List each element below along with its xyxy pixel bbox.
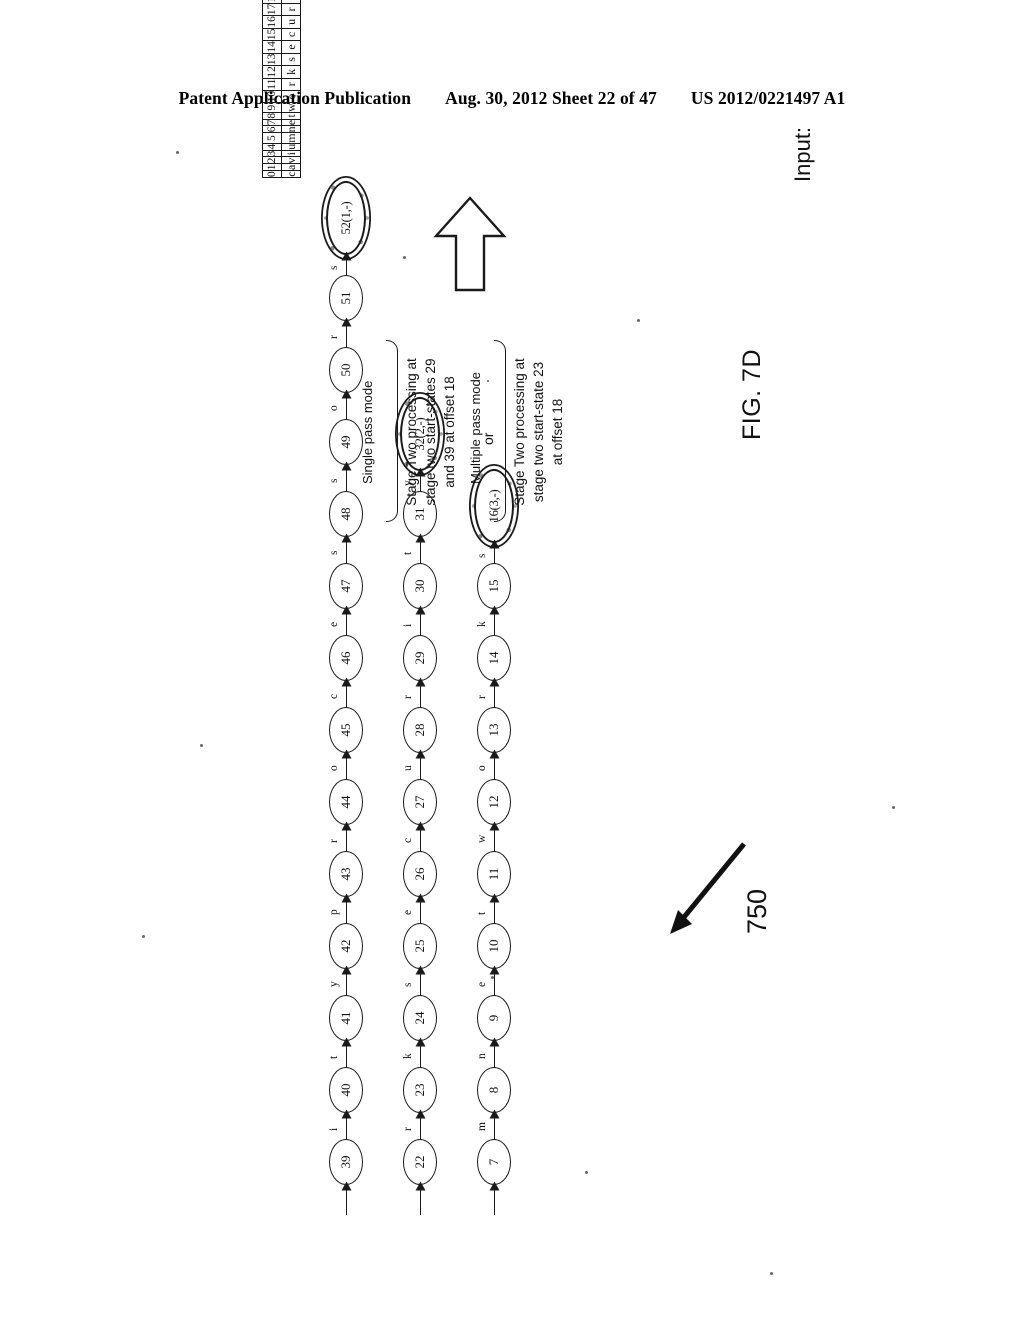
page-speck [403,256,406,259]
input-char-cell: t [281,112,301,120]
page-speck [176,151,179,154]
input-table-char-row: caviumnetworksecurityprocessors [281,0,301,178]
transition-label: m [476,1122,488,1131]
page-speck [637,319,640,322]
annotation-multiple-pass: Stage Two processing at stage two start-… [510,334,567,530]
input-char-cell: u [281,143,301,151]
chain-entry-edge [494,1187,495,1215]
input-index-cell: 7 [262,119,282,126]
annotation-single-pass: Stage Two processing at stage two start-… [402,334,459,530]
annotation-mode-label: Multiple pass mode [468,372,483,484]
state-node-10[interactable]: 10 [477,923,511,969]
input-index-cell: 11 [262,78,282,91]
transition-label: r [476,695,488,699]
transition-arrowhead [489,1109,499,1119]
state-node-15[interactable]: 15 [477,563,511,609]
input-char-cell: o [281,90,301,103]
page-speck [585,1171,588,1174]
transition-arrowhead [489,677,499,687]
input-index-cell: 5 [262,132,282,144]
annotation-text: Stage Two processing at stage two start-… [512,358,566,506]
state-node-8[interactable]: 8 [477,1067,511,1113]
figure-label: FIG. 7D [738,348,766,440]
page-speck [487,380,489,382]
state-node-7[interactable]: 7 [477,1139,511,1185]
input-char-cell: r [281,78,301,91]
transition-label: s [476,553,488,558]
figure-stage: 39 40 41 42 43 44 45 46 47 48 49 50 51 52(1,-) i t y p r o c… [102,0,922,1240]
page-speck [892,806,895,809]
transition-label: n [476,1053,488,1059]
input-char-cell: a [281,164,301,171]
input-index-cell: 10 [262,90,282,103]
input-index-cell: 13 [262,53,282,66]
transition-arrowhead [489,605,499,615]
input-index-cell: 4 [262,143,282,151]
state-node-14[interactable]: 14 [477,635,511,681]
input-table-index-row: 0123456789101112131415161718192021222324… [262,0,282,178]
input-index-cell: 2 [262,157,282,164]
input-index-cell: 14 [262,40,282,54]
reference-leader-arrow [658,834,754,944]
transition-label: e [476,981,488,987]
transition-arrowhead [489,821,499,831]
input-char-cell: w [281,102,301,113]
state-node-9[interactable]: 9 [477,995,511,1041]
input-char-cell: i [281,0,301,4]
input-char-cell: s [281,53,301,66]
patent-page: Patent Application Publication Aug. 30, 2… [0,0,1024,1320]
input-index-cell: 0 [262,170,282,178]
transition-arrowhead [489,965,499,975]
input-index-cell: 1 [262,164,282,171]
input-table: 0123456789101112131415161718192021222324… [262,0,301,178]
input-index-cell: 8 [262,112,282,120]
input-label: Input: [790,126,815,182]
annotation-brace [494,340,506,522]
annotation-mode-label: Single pass mode [360,380,375,484]
transition-label: o [476,765,488,771]
input-index-cell: 6 [262,125,282,133]
input-char-cell: c [281,170,301,178]
input-index-cell: 12 [262,65,282,79]
input-char-cell: e [281,119,301,126]
input-char-cell: c [281,28,301,41]
chain-entry-arrowhead [489,1181,499,1191]
state-node-13[interactable]: 13 [477,707,511,753]
transition-arrowhead [489,893,499,903]
input-char-cell: e [281,40,301,54]
input-char-cell: i [281,150,301,157]
annotation-text: Stage Two processing at stage two start-… [404,358,458,506]
input-char-cell: m [281,132,301,144]
input-index-cell: 3 [262,150,282,157]
figure-canvas: 39 40 41 42 43 44 45 46 47 48 49 50 51 52(1,-) i t y p r o c… [102,0,922,1240]
input-index-cell: 9 [262,102,282,113]
page-speck [770,1272,773,1275]
transition-label: t [476,911,488,915]
transition-arrowhead [489,1037,499,1047]
input-char-cell: v [281,157,301,164]
page-speck [200,744,203,747]
flow-block-arrow [432,196,508,292]
state-node-12[interactable]: 12 [477,779,511,825]
or-connector: or [480,432,496,445]
page-speck [142,935,145,938]
transition-label: k [476,621,488,627]
input-char-cell: k [281,65,301,79]
input-char-cell: r [281,3,301,16]
transition-label: w [476,834,488,843]
input-index-cell: 16 [262,15,282,29]
input-char-cell: u [281,15,301,29]
input-index-cell: 15 [262,28,282,41]
transition-arrowhead [489,749,499,759]
transition-arrowhead [489,539,499,549]
state-node-11[interactable]: 11 [477,851,511,897]
input-char-cell: n [281,125,301,133]
state-chain-3: 7 8 9 10 11 12 13 14 15 16(3,-) m n e t w o r k s [102,80,922,1240]
input-index-cell: 17 [262,3,282,16]
page-speck [491,976,494,979]
annotation-brace [386,340,398,522]
